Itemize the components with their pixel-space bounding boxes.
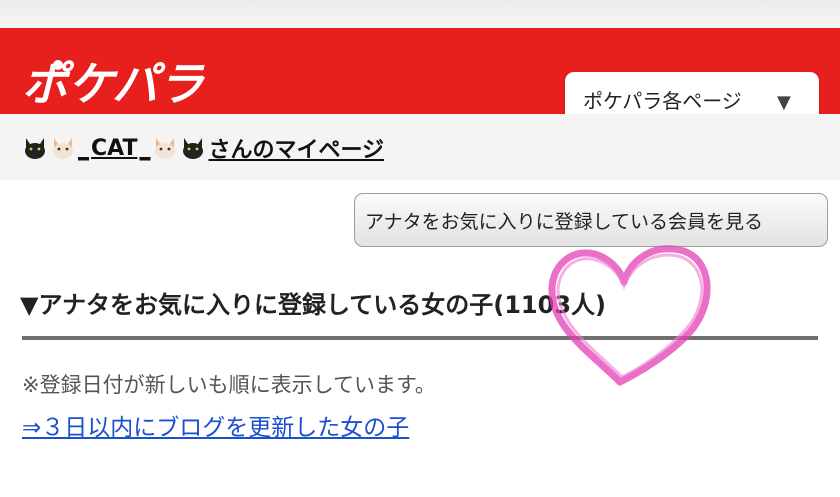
separator-right: _ (139, 135, 151, 161)
mypage-suffix: さんのマイページ (208, 138, 385, 163)
logo-star-dot (53, 60, 63, 70)
mypage-bar: _ CAT _ さんのマイページ (0, 114, 840, 180)
browser-top-band (0, 0, 840, 28)
white-cat-icon (53, 138, 73, 159)
separator-left: _ (78, 135, 89, 161)
logo-text: ポケパラ (22, 58, 205, 108)
pages-menu-label: ポケパラ各ページ (583, 89, 742, 113)
favorited-by-girls-heading: ▼アナタをお気に入りに登録している女の子(1103人) (20, 291, 606, 319)
username: CAT (91, 135, 138, 161)
section-divider (22, 336, 818, 340)
recent-blog-girls-link[interactable]: ⇒３日以内にブログを更新した女の子 (22, 408, 409, 442)
chevron-down-icon: ▼ (777, 92, 791, 113)
sort-order-notice: ※登録日付が新しいも順に表示しています。 (22, 373, 436, 397)
cat-icons-left (22, 136, 76, 160)
site-header: ポケパラ ポケパラ各ページ ▼ (0, 28, 840, 126)
mypage-title-link[interactable]: _ CAT _ さんのマイページ (22, 132, 384, 164)
view-favoriting-members-label: アナタをお気に入りに登録している会員を見る (365, 211, 764, 233)
black-cat-icon (25, 138, 45, 159)
pokepara-logo[interactable]: ポケパラ (22, 58, 252, 108)
white-cat-icon (155, 138, 176, 159)
cat-icons-right (152, 136, 206, 160)
view-favoriting-members-button[interactable]: アナタをお気に入りに登録している会員を見る (354, 193, 828, 247)
black-cat-icon (183, 138, 204, 159)
